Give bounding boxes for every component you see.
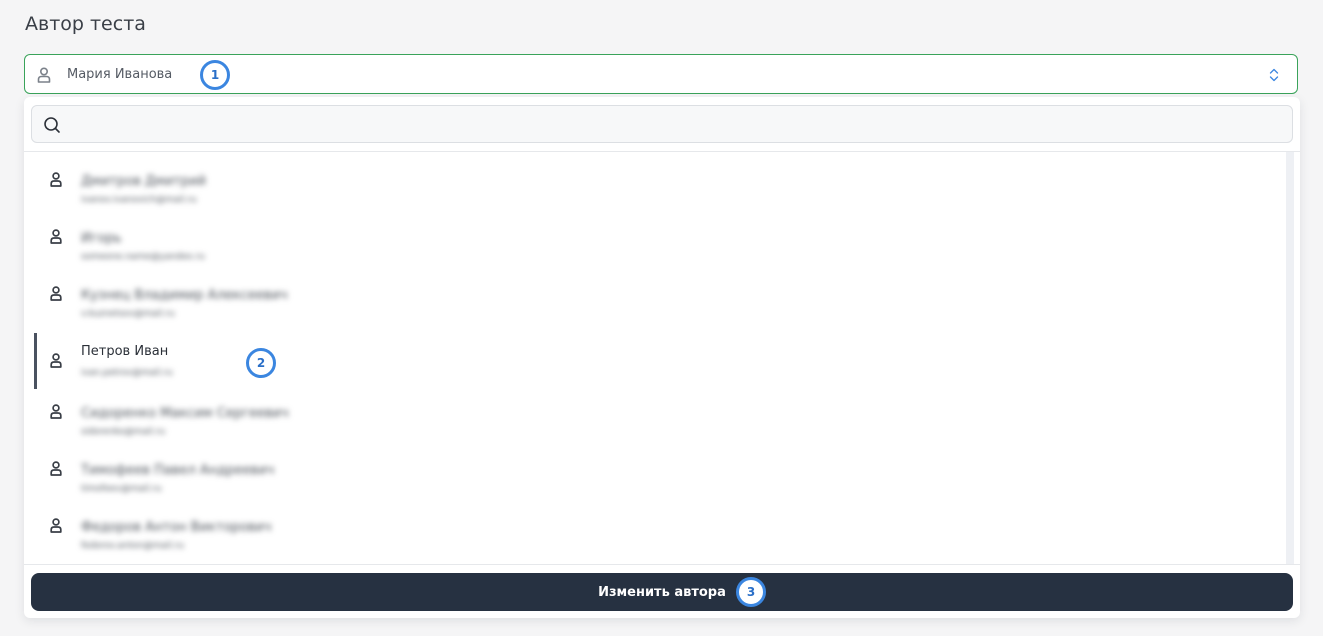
author-list: Дмитров Дмитрий ivanov.ivanovich@mail.ru… <box>24 152 1300 564</box>
list-item[interactable]: Игорь someone.name@yandex.ru <box>34 209 1284 265</box>
user-icon <box>37 67 51 83</box>
user-name: Кузнец Владимир Алексеевич <box>81 288 288 303</box>
user-name: Тимофеев Павел Андреевич <box>81 463 275 478</box>
user-email: timofeev@mail.ru <box>81 484 162 494</box>
user-email: someone.name@yandex.ru <box>81 252 205 262</box>
search-input[interactable] <box>72 106 1276 144</box>
list-item[interactable]: Кузнец Владимир Алексеевич v.kuznetsov@m… <box>34 266 1284 322</box>
user-icon <box>50 172 62 187</box>
user-email: v.kuznetsov@mail.ru <box>81 309 175 319</box>
list-item-active[interactable]: Петров Иван ivan.petrov@mail.ru <box>34 333 1284 389</box>
section-title: Автор теста <box>25 13 146 35</box>
user-icon <box>50 518 62 533</box>
change-author-button[interactable]: Изменить автора <box>31 573 1293 611</box>
user-icon <box>50 353 62 368</box>
search-icon <box>44 117 60 133</box>
user-icon <box>50 229 62 244</box>
user-email: fedorov.anton@mail.ru <box>81 541 184 551</box>
list-item[interactable]: Федоров Антон Викторович fedorov.anton@m… <box>34 498 1284 554</box>
user-name: Дмитров Дмитрий <box>81 174 207 189</box>
list-item[interactable]: Сидоренко Максим Сергеевич sidorenko@mai… <box>34 384 1284 440</box>
user-email: ivan.petrov@mail.ru <box>81 368 173 378</box>
list-item[interactable]: Дмитров Дмитрий ivanov.ivanovich@mail.ru <box>34 152 1284 208</box>
user-email: ivanov.ivanovich@mail.ru <box>81 195 197 205</box>
author-dropdown: Дмитров Дмитрий ivanov.ivanovich@mail.ru… <box>24 97 1300 618</box>
step-badge-3: 3 <box>736 577 766 607</box>
user-icon <box>50 286 62 301</box>
chevron-up-down-icon <box>1269 68 1279 82</box>
user-icon <box>50 404 62 419</box>
list-scrollbar[interactable] <box>1286 152 1294 564</box>
search-box <box>31 105 1293 144</box>
user-icon <box>50 461 62 476</box>
step-badge-1: 1 <box>200 60 230 90</box>
list-item[interactable]: Тимофеев Павел Андреевич timofeev@mail.r… <box>34 441 1284 497</box>
user-name: Игорь <box>81 231 122 246</box>
page: Автор теста Мария Иванова 1 Дмитров Дмит… <box>0 0 1323 636</box>
divider <box>24 564 1300 565</box>
step-badge-2: 2 <box>246 348 276 378</box>
user-name: Федоров Антон Викторович <box>81 520 272 535</box>
user-name: Сидоренко Максим Сергеевич <box>81 406 289 421</box>
user-email: sidorenko@mail.ru <box>81 427 166 437</box>
user-name: Петров Иван <box>81 344 169 359</box>
selected-author: Мария Иванова <box>67 67 173 82</box>
